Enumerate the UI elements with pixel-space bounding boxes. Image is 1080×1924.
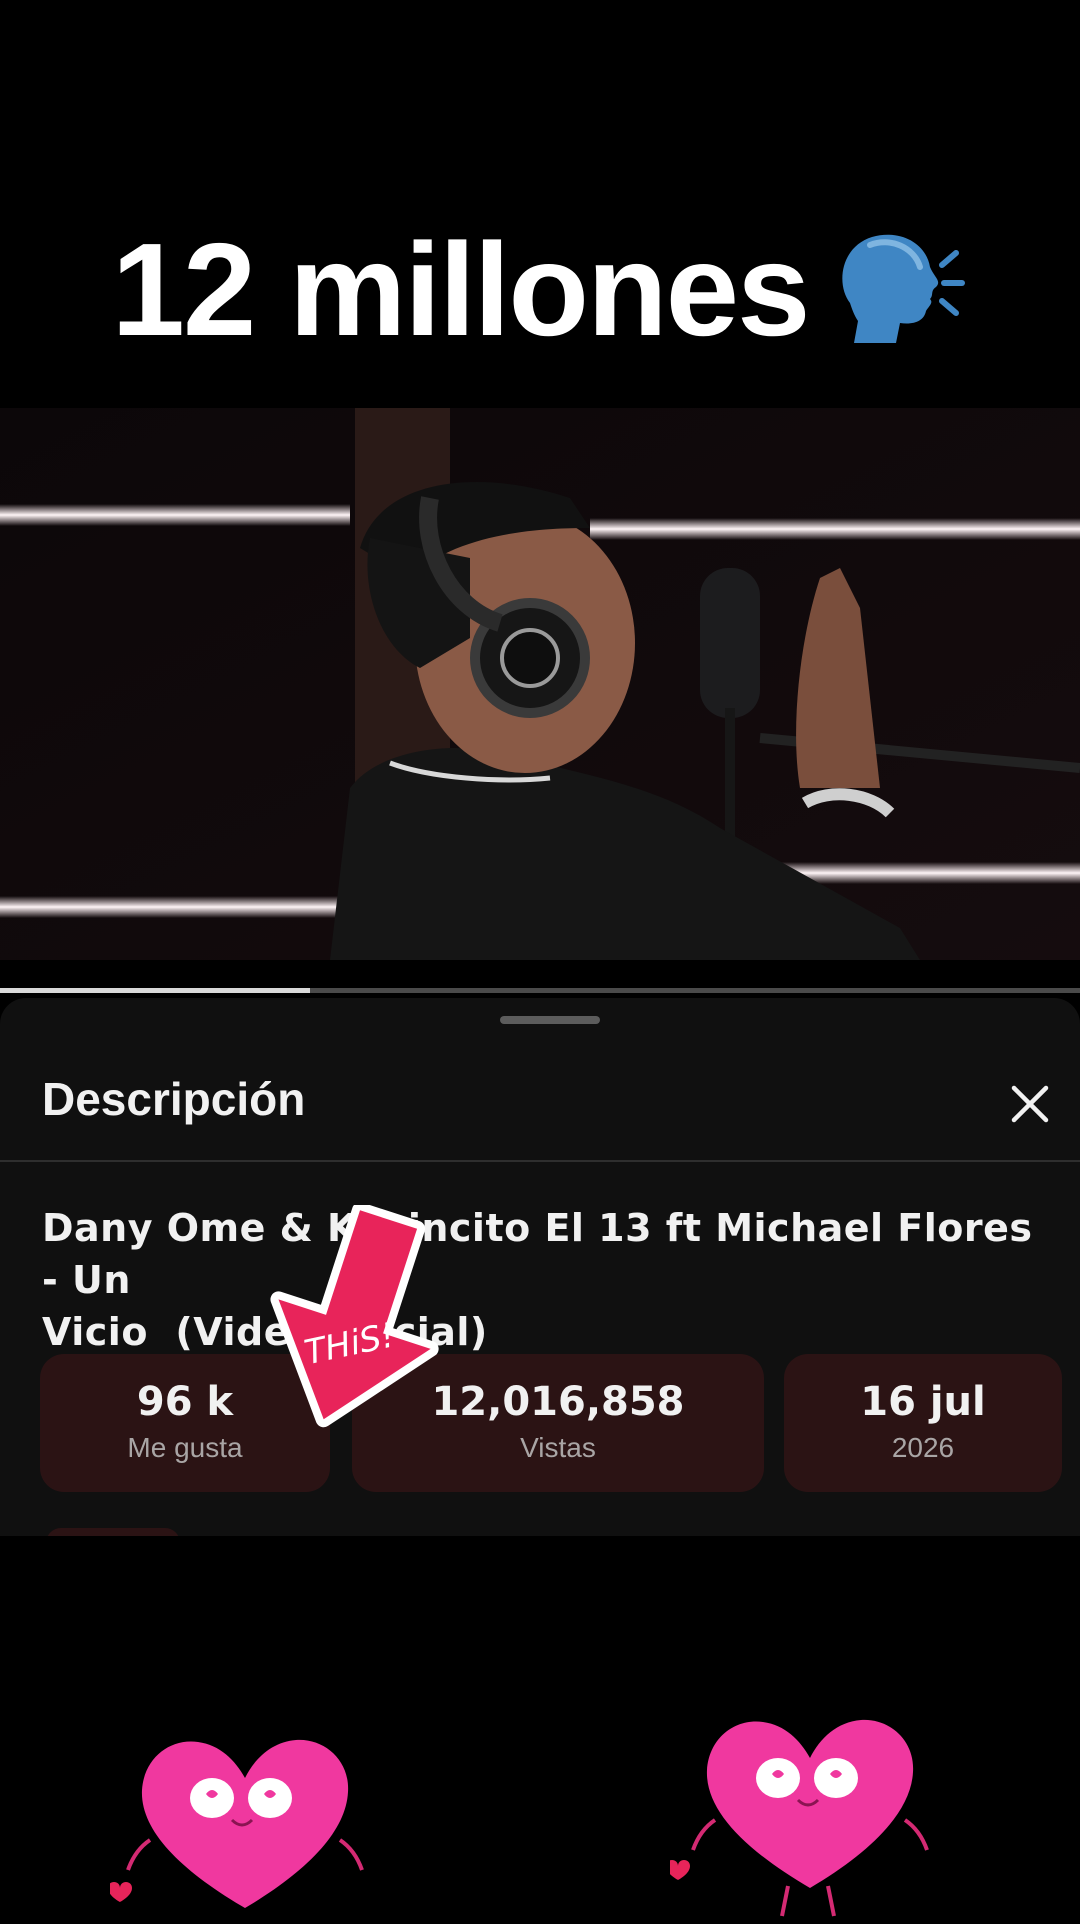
video-title: Dany Ome & Kevincito El 13 ft Michael Fl… (42, 1202, 1042, 1358)
sheet-drag-handle[interactable] (500, 1016, 600, 1024)
video-title-line-1: Dany Ome & Kevincito El 13 ft Michael Fl… (42, 1206, 1033, 1302)
video-progress-bar[interactable] (0, 988, 1080, 993)
views-label: Vistas (520, 1432, 596, 1463)
speaking-head-icon (830, 225, 968, 375)
sheet-title: Descripción (42, 1073, 306, 1125)
video-title-line-2: Vicio (Video Oficial) (42, 1310, 488, 1354)
close-button[interactable] (1004, 1078, 1056, 1130)
heart-character-left (108, 1720, 370, 1924)
close-icon (1011, 1085, 1049, 1123)
caption-text: 12 millones (111, 216, 811, 363)
description-sheet: Descripción Dany Ome & Kevincito El 13 f… (0, 998, 1080, 1536)
video-progress-fill (0, 988, 310, 993)
sheet-divider (0, 1160, 1080, 1162)
date-stat: 16 jul 2026 (784, 1354, 1062, 1492)
overlay-caption: 12 millones (0, 215, 1080, 375)
likes-label: Me gusta (127, 1432, 243, 1463)
chip-peek (46, 1528, 180, 1536)
arrow-down-icon: THiS! (270, 1202, 439, 1428)
heart-character-right (666, 1700, 930, 1924)
this-arrow-sticker: THiS! (268, 1202, 448, 1435)
date-value: 16 jul (860, 1379, 986, 1425)
video-frame (0, 408, 1080, 960)
video-player[interactable] (0, 408, 1080, 960)
date-label: 2026 (891, 1432, 955, 1463)
